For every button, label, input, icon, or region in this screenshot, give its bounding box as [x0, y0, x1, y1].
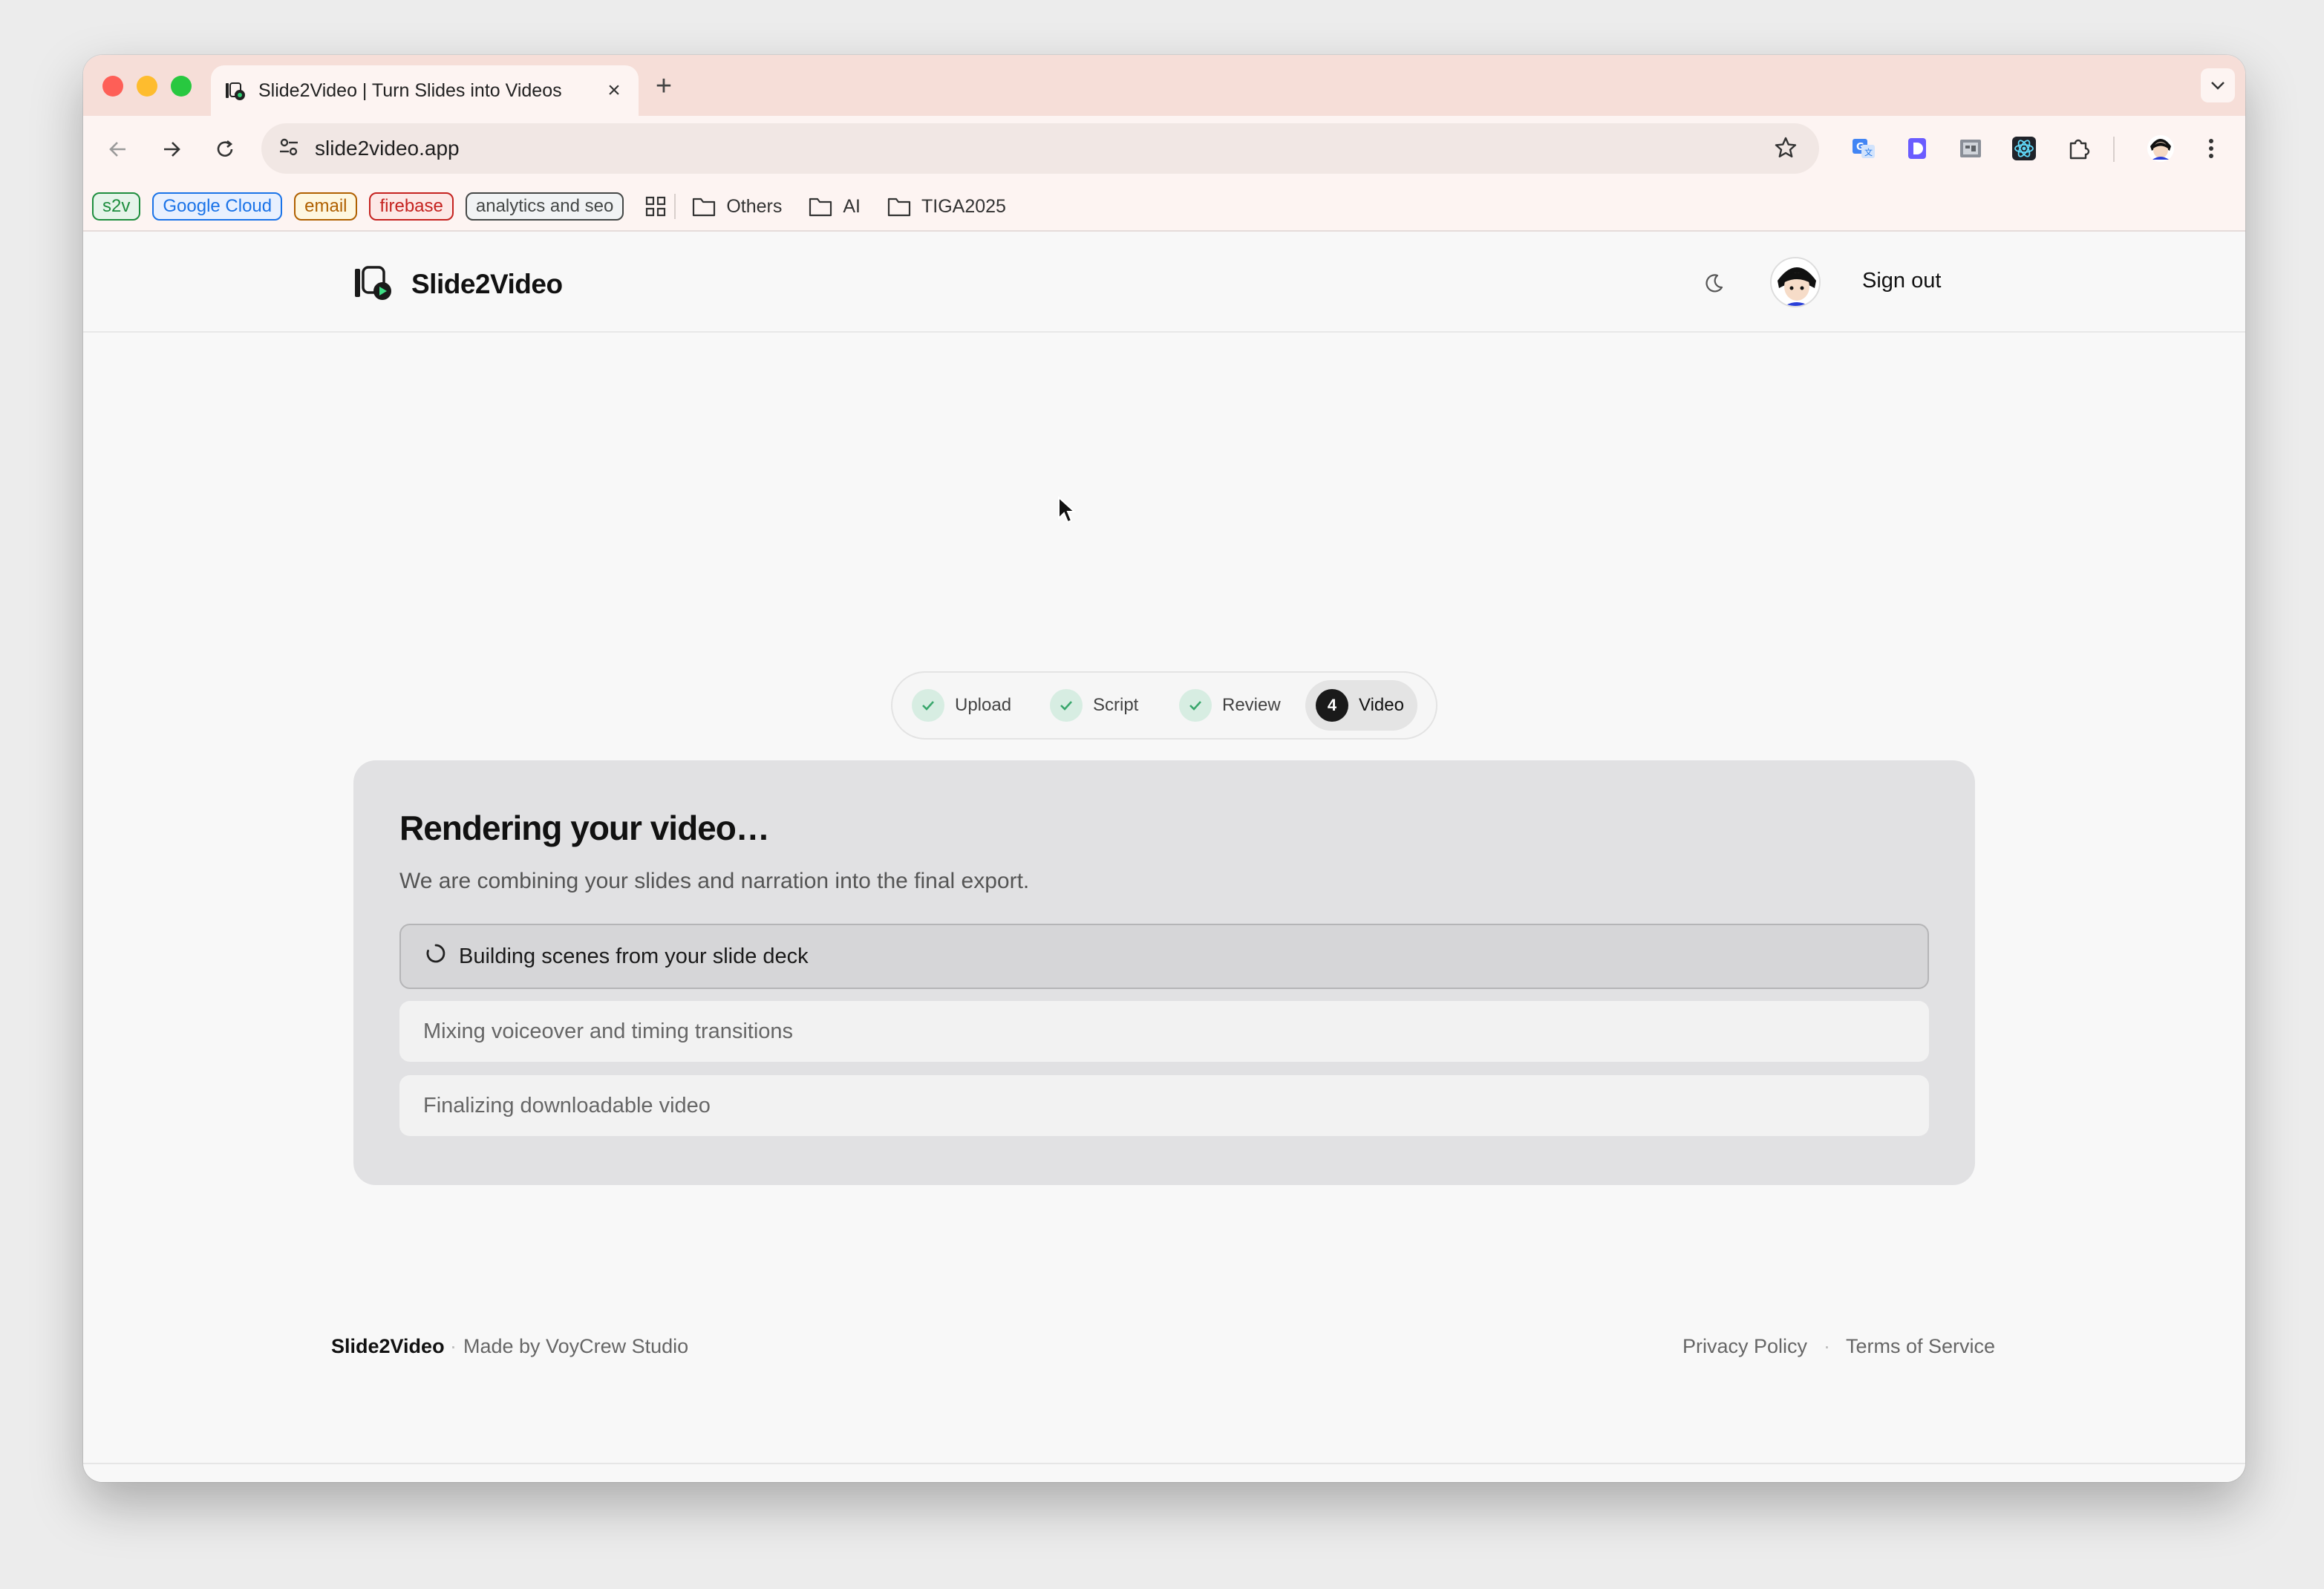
browser-tab[interactable]: Slide2Video | Turn Slides into Videos ×: [211, 65, 639, 116]
bookmarks-divider: [674, 194, 676, 219]
check-icon: [1050, 689, 1083, 722]
forward-icon[interactable]: [153, 131, 190, 168]
step-label: Script: [1093, 695, 1139, 715]
folder-label: Others: [726, 195, 783, 217]
footer-separator: ·: [450, 1335, 457, 1357]
bookmark-email[interactable]: email: [294, 192, 358, 221]
step-label: Video: [1359, 695, 1404, 715]
bookmark-s2v[interactable]: s2v: [92, 192, 141, 221]
page-content: Slide2Video Sign out Upload Script Revie…: [83, 232, 2245, 1482]
step-upload[interactable]: Upload: [901, 680, 1025, 731]
back-icon[interactable]: [99, 131, 137, 168]
privacy-policy-link[interactable]: Privacy Policy: [1682, 1335, 1807, 1358]
bookmark-google-cloud[interactable]: Google Cloud: [152, 192, 283, 221]
user-avatar[interactable]: [1770, 257, 1821, 307]
url-text[interactable]: slide2video.app: [315, 137, 460, 160]
page-footer: [83, 1463, 2245, 1482]
slide2video-favicon-icon: [224, 79, 247, 102]
step-label: Review: [1222, 695, 1281, 715]
render-subtitle: We are combining your slides and narrati…: [399, 869, 1030, 893]
task-building-scenes: Building scenes from your slide deck: [399, 924, 1929, 989]
step-number: 4: [1316, 689, 1348, 722]
brand-link[interactable]: Slide2Video: [353, 264, 563, 304]
tab-close-icon[interactable]: ×: [603, 79, 625, 102]
render-progress-card: Rendering your video… We are combining y…: [353, 760, 1975, 1185]
bookmark-firebase[interactable]: firebase: [369, 192, 454, 221]
render-title: Rendering your video…: [399, 809, 770, 847]
maximize-window-button[interactable]: [171, 76, 192, 97]
step-label: Upload: [955, 695, 1012, 715]
minimize-window-button[interactable]: [137, 76, 157, 97]
brand-name: Slide2Video: [411, 268, 563, 299]
footer-made-by[interactable]: Made by VoyCrew Studio: [463, 1335, 688, 1358]
footer-separator: ·: [1824, 1335, 1830, 1357]
folder-icon: [693, 198, 716, 217]
folder-label: AI: [843, 195, 861, 217]
spinner-icon: [425, 942, 447, 970]
task-mixing-voiceover: Mixing voiceover and timing transitions: [399, 1001, 1929, 1062]
task-label: Mixing voiceover and timing transitions: [423, 1019, 794, 1043]
folder-icon: [887, 198, 911, 217]
browser-window: Slide2Video | Turn Slides into Videos × …: [83, 55, 2245, 1482]
sign-out-button[interactable]: Sign out: [1862, 269, 1941, 293]
address-bar[interactable]: slide2video.app: [261, 123, 1819, 174]
react-devtools-icon[interactable]: [2008, 132, 2040, 165]
profile-avatar-icon[interactable]: [2144, 132, 2177, 165]
tab-strip: Slide2Video | Turn Slides into Videos × …: [83, 55, 2245, 116]
task-label: Building scenes from your slide deck: [459, 944, 809, 968]
folder-label: TIGA2025: [921, 195, 1006, 217]
task-finalizing-video: Finalizing downloadable video: [399, 1075, 1929, 1136]
screen-extension-icon[interactable]: [1954, 132, 1987, 165]
progress-stepper: Upload Script Review 4 Video: [891, 671, 1437, 740]
bookmarks-bar: s2v Google Cloud email firebase analytic…: [83, 183, 2245, 232]
site-settings-icon[interactable]: [278, 136, 300, 162]
check-icon: [912, 689, 944, 722]
task-label: Finalizing downloadable video: [423, 1093, 711, 1117]
new-tab-icon[interactable]: +: [649, 71, 679, 101]
apps-grid-icon[interactable]: [644, 195, 667, 218]
reload-icon[interactable]: [206, 131, 244, 168]
extensions-puzzle-icon[interactable]: [2063, 132, 2095, 165]
translate-extension-icon[interactable]: G文: [1847, 132, 1880, 165]
browser-toolbar: slide2video.app G文: [83, 116, 2245, 183]
step-video[interactable]: 4 Video: [1305, 680, 1417, 731]
slide2video-logo-icon: [353, 264, 392, 304]
bookmark-analytics-and-seo[interactable]: analytics and seo: [465, 192, 624, 221]
bookmark-folder-ai[interactable]: AI: [809, 196, 861, 218]
check-icon: [1179, 689, 1212, 722]
theme-toggle-moon-icon[interactable]: [1697, 267, 1730, 300]
folder-icon: [809, 198, 832, 217]
step-script[interactable]: Script: [1039, 680, 1152, 731]
mouse-cursor-icon: [1057, 495, 1077, 528]
footer-brand[interactable]: Slide2Video: [331, 1335, 445, 1358]
tab-title: Slide2Video | Turn Slides into Videos: [258, 79, 562, 101]
app-header: Slide2Video Sign out: [83, 232, 2245, 333]
terms-of-service-link[interactable]: Terms of Service: [1846, 1335, 1995, 1358]
bookmark-folder-tiga2025[interactable]: TIGA2025: [887, 196, 1006, 218]
svg-text:文: 文: [1864, 147, 1873, 157]
toolbar-divider: [2113, 137, 2115, 162]
browser-menu-icon[interactable]: [2195, 132, 2227, 165]
step-review[interactable]: Review: [1169, 680, 1294, 731]
d-extension-icon[interactable]: [1901, 132, 1933, 165]
close-window-button[interactable]: [102, 76, 123, 97]
bookmark-folder-others[interactable]: Others: [692, 196, 782, 218]
bookmark-star-icon[interactable]: [1773, 135, 1798, 164]
tab-search-icon[interactable]: [2201, 68, 2235, 102]
